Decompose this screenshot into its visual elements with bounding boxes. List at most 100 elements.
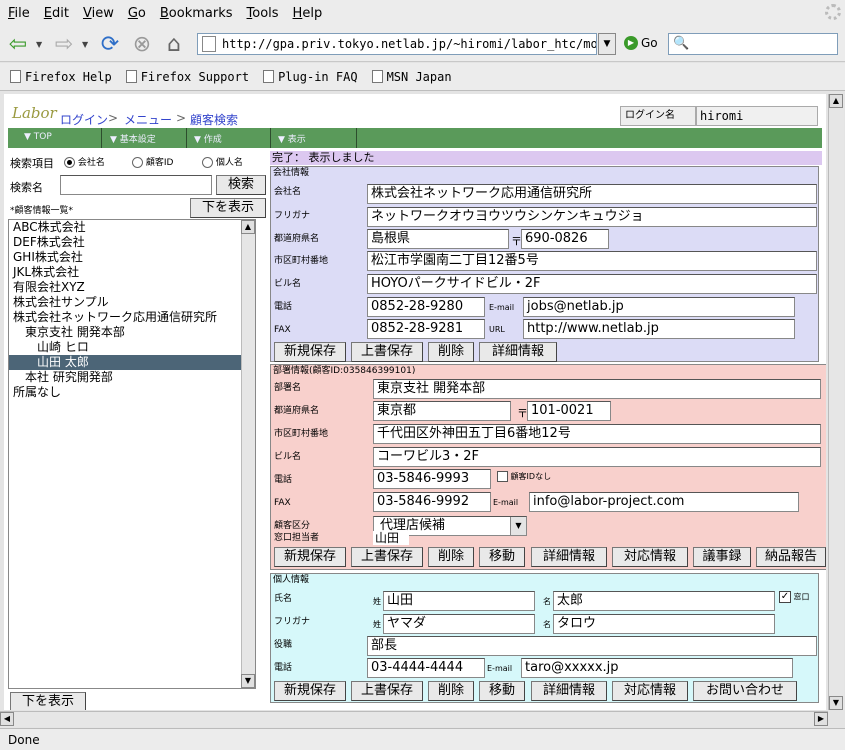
dept-overwrite-save-button[interactable]: 上書保存 (351, 547, 423, 567)
bookmark-firefox-help[interactable]: Firefox Help (10, 70, 112, 84)
list-item[interactable]: DEF株式会社 (9, 235, 255, 250)
company-fax-input[interactable]: 0852-28-9281 (367, 319, 485, 339)
radio-company[interactable]: 会社名 (64, 155, 105, 168)
person-response-button[interactable]: 対応情報 (612, 681, 688, 701)
person-new-save-button[interactable]: 新規保存 (274, 681, 346, 701)
search-box[interactable]: 🔍 (668, 33, 838, 55)
dept-detail-button[interactable]: 詳細情報 (531, 547, 607, 567)
list-item[interactable]: 有限会社XYZ (9, 280, 255, 295)
bookmark-firefox-support[interactable]: Firefox Support (125, 70, 249, 84)
person-mail-input[interactable]: taro@xxxxx.jp (521, 658, 793, 678)
list-item[interactable]: 所属なし (9, 385, 255, 400)
page-vertical-scrollbar[interactable]: ▲ ▼ (828, 94, 844, 710)
back-dropdown-icon[interactable]: ▼ (36, 40, 42, 49)
scroll-up-icon[interactable]: ▲ (241, 220, 255, 234)
scroll-down-icon[interactable]: ▼ (829, 696, 843, 710)
given-name-kana-input[interactable]: タロウ (553, 614, 775, 634)
scroll-up-icon[interactable]: ▲ (829, 94, 843, 108)
page-horizontal-scrollbar[interactable]: ◀ ▶ (0, 711, 828, 727)
bookmark-msn-japan[interactable]: MSN Japan (371, 70, 452, 84)
person-inquiry-button[interactable]: お問い合わせ (693, 681, 797, 701)
person-detail-button[interactable]: 詳細情報 (531, 681, 607, 701)
go-button[interactable]: ▶ Go (624, 36, 658, 50)
radio-customer-id[interactable]: 顧客ID (132, 155, 173, 168)
dept-zip-input[interactable]: 101-0021 (527, 401, 611, 421)
menu-go[interactable]: Go (128, 6, 146, 21)
menu-help[interactable]: Help (293, 6, 323, 21)
menu-file[interactable]: File (8, 6, 30, 21)
list-item[interactable]: 東京支社 開発本部 (9, 325, 255, 340)
scroll-down-icon[interactable]: ▼ (241, 674, 255, 688)
breadcrumb-menu[interactable]: メニュー (124, 111, 172, 128)
company-bldg-input[interactable]: HOYOパークサイドビル・2F (367, 274, 817, 294)
company-mail-input[interactable]: jobs@netlab.jp (523, 297, 795, 317)
list-item[interactable]: 本社 研究開発部 (9, 370, 255, 385)
scroll-right-icon[interactable]: ▶ (814, 712, 828, 726)
reload-icon[interactable]: ⟳ (96, 30, 124, 58)
dept-fax-input[interactable]: 03-5846-9992 (373, 492, 491, 512)
company-detail-button[interactable]: 詳細情報 (479, 342, 557, 362)
company-pref-input[interactable]: 島根県 (367, 229, 509, 249)
show-below-button-top[interactable]: 下を表示 (190, 198, 266, 218)
list-scrollbar[interactable]: ▲ ▼ (241, 220, 255, 688)
list-item[interactable]: 株式会社ネットワーク応用通信研究所 (9, 310, 255, 325)
dept-delete-button[interactable]: 削除 (428, 547, 474, 567)
dept-minutes-button[interactable]: 議事録 (693, 547, 751, 567)
menu-tools[interactable]: Tools (247, 6, 279, 21)
company-name-input[interactable]: 株式会社ネットワーク応用通信研究所 (367, 184, 817, 204)
list-item[interactable]: JKL株式会社 (9, 265, 255, 280)
company-overwrite-save-button[interactable]: 上書保存 (351, 342, 423, 362)
breadcrumb-login[interactable]: ログイン (60, 111, 108, 128)
company-delete-button[interactable]: 削除 (428, 342, 474, 362)
dept-bldg-input[interactable]: コーワビル3・2F (373, 447, 821, 467)
stop-icon[interactable]: ⊗ (128, 30, 156, 58)
surname-kana-input[interactable]: ヤマダ (383, 614, 535, 634)
company-url-input[interactable]: http://www.netlab.jp (523, 319, 795, 339)
person-delete-button[interactable]: 削除 (428, 681, 474, 701)
search-name-input[interactable] (60, 175, 212, 195)
menu-top[interactable]: ▼ TOP (24, 132, 52, 142)
given-name-input[interactable]: 太郎 (553, 591, 775, 611)
person-post-input[interactable]: 部長 (367, 636, 817, 656)
menu-create[interactable]: ▼ 作成 (194, 132, 222, 145)
url-dropdown-icon[interactable]: ▼ (598, 33, 616, 55)
company-kana-input[interactable]: ネットワークオウヨウツウシンケンキュウジョ (367, 207, 817, 227)
list-item[interactable]: ABC株式会社 (9, 220, 255, 235)
dept-new-save-button[interactable]: 新規保存 (274, 547, 346, 567)
list-item[interactable]: GHI株式会社 (9, 250, 255, 265)
dept-city-input[interactable]: 千代田区外神田五丁目6番地12号 (373, 424, 821, 444)
surname-input[interactable]: 山田 (383, 591, 535, 611)
url-bar[interactable]: http://gpa.priv.tokyo.netlab.jp/~hiromi/… (197, 33, 597, 55)
search-button[interactable]: 検索 (216, 175, 266, 195)
show-below-button-bottom[interactable]: 下を表示 (10, 692, 86, 710)
company-new-save-button[interactable]: 新規保存 (274, 342, 346, 362)
menu-view[interactable]: View (83, 6, 114, 21)
dept-delivery-report-button[interactable]: 納品報告 (756, 547, 826, 567)
company-tel-input[interactable]: 0852-28-9280 (367, 297, 485, 317)
person-move-button[interactable]: 移動 (479, 681, 525, 701)
menu-basic-settings[interactable]: ▼ 基本設定 (110, 132, 156, 145)
dept-tel-input[interactable]: 03-5846-9993 (373, 469, 491, 489)
company-zip-input[interactable]: 690-0826 (521, 229, 609, 249)
bookmark-plugin-faq[interactable]: Plug-in FAQ (263, 70, 358, 84)
dept-name-input[interactable]: 東京支社 開発本部 (373, 379, 821, 399)
forward-dropdown-icon[interactable]: ▼ (82, 40, 88, 49)
dept-pref-input[interactable]: 東京都 (373, 401, 511, 421)
back-icon[interactable]: ⇦ (4, 30, 32, 58)
dept-mail-input[interactable]: info@labor-project.com (529, 492, 799, 512)
list-item[interactable]: 山田 太郎 (9, 355, 255, 370)
list-item[interactable]: 山崎 ヒロ (9, 340, 255, 355)
menu-bookmarks[interactable]: Bookmarks (160, 6, 233, 21)
window-contact-checkbox[interactable]: ✓ 窓口 (779, 591, 810, 603)
dept-response-button[interactable]: 対応情報 (612, 547, 688, 567)
company-city-input[interactable]: 松江市学園南二丁目12番5号 (367, 251, 817, 271)
forward-icon[interactable]: ⇨ (50, 30, 78, 58)
customer-list[interactable]: ABC株式会社 DEF株式会社 GHI株式会社 JKL株式会社 有限会社XYZ 株式会社サ… (8, 219, 256, 689)
radio-person-name[interactable]: 個人名 (202, 155, 243, 168)
person-overwrite-save-button[interactable]: 上書保存 (351, 681, 423, 701)
person-tel-input[interactable]: 03-4444-4444 (367, 658, 485, 678)
dept-move-button[interactable]: 移動 (479, 547, 525, 567)
scroll-left-icon[interactable]: ◀ (0, 712, 14, 726)
home-icon[interactable]: ⌂ (160, 30, 188, 58)
menu-edit[interactable]: Edit (44, 6, 69, 21)
